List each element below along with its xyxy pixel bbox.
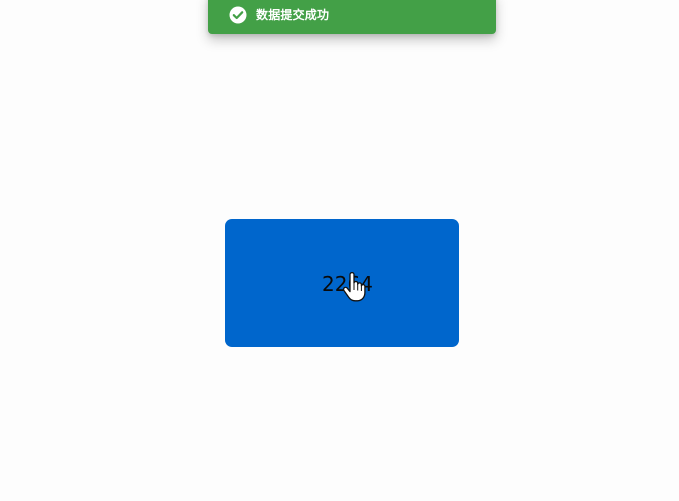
toast-message: 数据提交成功 <box>256 8 330 22</box>
success-toast: 数据提交成功 <box>208 0 496 34</box>
check-circle-icon <box>229 6 247 24</box>
counter-button[interactable]: 2264 <box>225 219 459 347</box>
counter-button-label: 2264 <box>322 271 373 296</box>
